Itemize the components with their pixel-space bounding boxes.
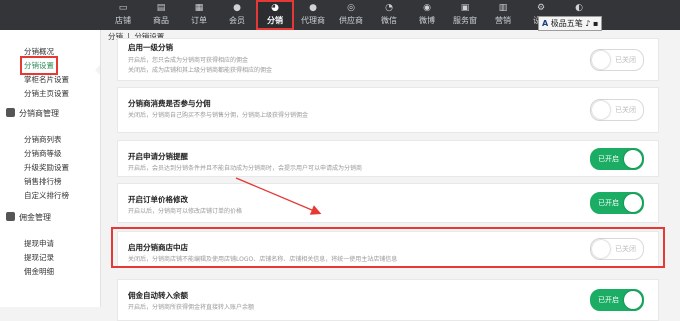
toggle-label: 已关闭 — [615, 106, 636, 114]
toggle-knob — [624, 291, 642, 309]
setting-description: 开启以后，分销商可以修改店铺订单的价格 — [128, 208, 243, 215]
sidebar-link[interactable]: 分销商等级 — [24, 148, 62, 159]
nav-item-label: 店铺 — [115, 16, 131, 25]
setting-description: 开启后，会员达到分销条件并且不能自动成为分销商时，会提示用户可以申请成为分销商 — [128, 165, 363, 172]
sidebar-heading-label: 佣金管理 — [19, 213, 51, 222]
nav-item-label: 营销 — [495, 16, 511, 25]
service-window-icon: ▣ — [460, 3, 470, 13]
nav-item-label: 订单 — [191, 16, 207, 25]
sidebar-link[interactable]: 分销商列表 — [24, 134, 62, 145]
commission-icon — [6, 212, 15, 221]
setting-toggle[interactable]: 已关闭 — [590, 49, 644, 71]
ime-mode-label: A — [542, 19, 549, 28]
setting-card: 启用一级分销开启后，您只会成为分销商可获得相应的佣金关闭后，成为店铺和其上级分销… — [117, 38, 659, 81]
toggle-knob — [592, 51, 610, 69]
settings-icon: ⚙ — [536, 3, 546, 13]
sidebar-link[interactable]: 分销主页设置 — [24, 88, 69, 99]
nav-item-5[interactable]: ● 代理商 — [294, 0, 332, 30]
member-icon: ● — [233, 3, 241, 13]
nav-item-label: 商品 — [153, 16, 169, 25]
setting-title: 佣金自动转入余额 — [128, 291, 188, 300]
setting-card: 佣金自动转入余额 开启后，分销商所获得佣金将直接转入账户余额 已开启 — [117, 279, 659, 321]
sidebar-link[interactable]: 升级奖励设置 — [24, 162, 69, 173]
nav-item-label: 会员 — [229, 16, 245, 25]
nav-item-label: 供应商 — [339, 16, 363, 25]
sidebar-link[interactable]: 销售排行榜 — [24, 176, 62, 187]
goods-icon: ▤ — [156, 3, 166, 13]
nav-item-10[interactable]: ▥ 营销 — [484, 0, 522, 30]
setting-card: 分销商消费是否参与分佣关闭后，分销商自己购买不参与销售分佣，分销商上级获得分销佣… — [117, 87, 659, 133]
sidebar-link[interactable]: 佣金明细 — [24, 266, 54, 277]
nav-item-0[interactable]: ▭ 店铺 — [104, 0, 142, 30]
ime-toolbar[interactable]: A 极品五笔 ♪ ▪ — [538, 16, 603, 31]
sidebar-link[interactable]: 掌柜名片设置 — [24, 74, 69, 85]
sidebar-heading-label: 分销商管理 — [19, 109, 59, 118]
setting-title: 分销商消费是否参与分佣 — [128, 99, 211, 108]
setting-card: 开启订单价格修改开启以后，分销商可以修改店铺订单的价格 已开启 — [117, 183, 659, 223]
sidebar: 分销概况 分销设置 掌柜名片设置 分销主页设置分销商管理分销商列表分销商等级升级奖励设… — [0, 30, 101, 307]
nav-item-2[interactable]: ▦ 订单 — [180, 0, 218, 30]
setting-title: 开启申请分销提醒 — [128, 152, 188, 161]
nav-item-label: 分销 — [267, 16, 283, 25]
toggle-label: 已开启 — [598, 199, 619, 207]
setting-description: 关闭后，分销商自己购买不参与销售分佣，分销商上级获得分销佣金 — [128, 112, 309, 119]
order-icon: ▦ — [194, 3, 204, 13]
toggle-knob — [624, 150, 642, 168]
nav-item-4[interactable]: ◕ 分销 — [256, 0, 294, 30]
nav-item-label: 微博 — [419, 16, 435, 25]
sitemap-icon — [6, 108, 15, 117]
sidebar-link[interactable]: 分销概况 — [24, 46, 54, 57]
nav-item-9[interactable]: ▣ 服务窗 — [446, 0, 484, 30]
setting-toggle[interactable]: 已关闭 — [590, 99, 644, 121]
setting-description: 开启后，您只会成为分销商可获得相应的佣金 — [128, 57, 249, 64]
logo-area — [0, 0, 100, 30]
sidebar-link[interactable]: 自定义排行榜 — [24, 190, 69, 201]
toggle-knob — [592, 101, 610, 119]
toggle-label: 已开启 — [598, 296, 619, 304]
setting-toggle[interactable]: 已开启 — [590, 289, 644, 311]
wechat-icon: ◔ — [385, 3, 393, 13]
marketing-icon: ▥ — [498, 3, 508, 13]
supplier-icon: ◎ — [347, 3, 355, 13]
top-navigation-bar: ▭店铺▤商品▦订单●会员◕分销●代理商◎供应商◔微信◉微博▣服务窗▥营销⚙设置◐… — [0, 0, 680, 31]
nav-item-label: 服务窗 — [453, 16, 477, 25]
setting-title: 开启订单价格修改 — [128, 195, 188, 204]
ime-name: 极品五笔 — [550, 19, 583, 28]
store-icon: ▭ — [118, 3, 128, 13]
setting-toggle[interactable]: 已开启 — [590, 148, 644, 170]
sidebar-link[interactable]: 分销设置 — [20, 56, 58, 75]
ime-options: ♪ ▪ — [585, 19, 599, 28]
nav-item-label: 代理商 — [301, 16, 325, 25]
highlight-box — [111, 227, 665, 268]
setting-toggle[interactable]: 已开启 — [590, 192, 644, 214]
weibo-icon: ◉ — [423, 3, 431, 13]
nav-item-3[interactable]: ● 会员 — [218, 0, 256, 30]
nav-item-8[interactable]: ◉ 微博 — [408, 0, 446, 30]
toggle-label: 已关闭 — [615, 56, 636, 64]
setting-title: 启用一级分销 — [128, 43, 173, 52]
wechat-login-icon: ◐ — [575, 3, 583, 13]
setting-card: 开启申请分销提醒开启后，会员达到分销条件并且不能自动成为分销商时，会提示用户可以… — [117, 140, 659, 177]
sidebar-link[interactable]: 提现记录 — [24, 252, 54, 263]
nav-item-label: 微信 — [381, 16, 397, 25]
toggle-knob — [624, 194, 642, 212]
distribution-icon: ◕ — [271, 3, 279, 13]
nav-item-7[interactable]: ◔ 微信 — [370, 0, 408, 30]
active-caret — [95, 65, 100, 75]
nav-item-6[interactable]: ◎ 供应商 — [332, 0, 370, 30]
agent-icon: ● — [309, 3, 317, 13]
setting-description: 关闭后，成为店铺和其上级分销商都能获得相应的佣金 — [128, 67, 273, 74]
sidebar-heading: 分销商管理 — [6, 108, 59, 119]
sidebar-heading: 佣金管理 — [6, 212, 51, 223]
toggle-label: 已开启 — [598, 155, 619, 163]
sidebar-link[interactable]: 提现申请 — [24, 238, 54, 249]
nav-item-1[interactable]: ▤ 商品 — [142, 0, 180, 30]
